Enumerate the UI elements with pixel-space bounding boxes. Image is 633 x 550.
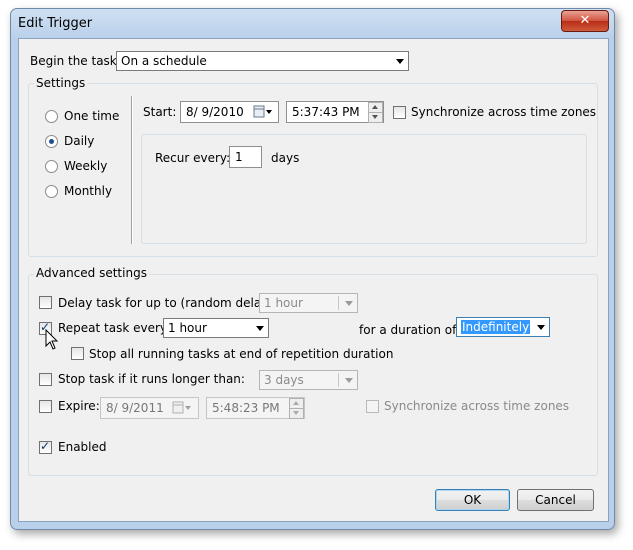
recur-input[interactable]: 1 (229, 146, 262, 168)
begin-task-select[interactable]: On a schedule (116, 51, 409, 71)
stop-running-label: Stop all running tasks at end of repetit… (89, 347, 394, 361)
chevron-down-icon (256, 326, 264, 331)
expire-sync-checkbox[interactable] (366, 400, 379, 413)
spin-down-icon[interactable] (289, 408, 304, 419)
calendar-dropdown-icon[interactable] (172, 401, 192, 415)
expire-date-value: 8/ 9/2011 (106, 401, 164, 415)
chevron-down-icon (345, 378, 353, 383)
expire-date-input[interactable]: 8/ 9/2011 (100, 397, 199, 419)
radio-monthly-label: Monthly (64, 184, 113, 198)
repeat-label: Repeat task every: (58, 321, 171, 335)
radio-weekly[interactable] (45, 160, 58, 173)
ok-button[interactable]: OK (435, 489, 510, 511)
stop-longer-select[interactable]: 3 days (259, 370, 358, 390)
duration-value: Indefinitely (461, 320, 531, 334)
chevron-down-icon (537, 325, 545, 330)
delay-select[interactable]: 1 hour (259, 293, 358, 313)
calendar-dropdown-icon[interactable] (253, 105, 273, 119)
spin-down-icon[interactable] (368, 112, 383, 123)
sync-label: Synchronize across time zones (411, 105, 597, 119)
radio-one-time-label: One time (64, 109, 120, 123)
radio-monthly[interactable] (45, 185, 58, 198)
recur-value: 1 (235, 150, 243, 164)
stop-longer-checkbox[interactable] (39, 373, 52, 386)
radio-one-time[interactable] (45, 110, 58, 123)
stop-longer-label: Stop task if it runs longer than: (58, 372, 245, 386)
delay-value: 1 hour (264, 296, 303, 310)
enabled-checkbox[interactable] (39, 439, 52, 454)
chevron-down-icon (345, 301, 353, 306)
mouse-cursor-icon (45, 329, 59, 350)
settings-title: Settings (34, 76, 88, 90)
dialog-title: Edit Trigger (18, 16, 93, 31)
radio-weekly-label: Weekly (64, 159, 108, 173)
expire-checkbox[interactable] (39, 400, 52, 413)
start-time-spinner[interactable] (368, 102, 383, 123)
begin-task-value: On a schedule (121, 54, 207, 68)
begin-task-label: Begin the task: (30, 54, 121, 68)
recur-label: Recur every: (155, 151, 231, 165)
recur-unit: days (271, 151, 300, 165)
close-icon: ✕ (579, 13, 591, 28)
stop-running-checkbox[interactable] (71, 347, 84, 360)
radio-daily-label: Daily (64, 134, 95, 148)
close-button[interactable]: ✕ (561, 10, 609, 32)
radio-daily[interactable] (45, 135, 58, 148)
cancel-button[interactable]: Cancel (517, 489, 594, 511)
expire-time-value: 5:48:23 PM (212, 401, 280, 415)
delay-label: Delay task for up to (random delay): (58, 296, 278, 310)
start-label: Start: (143, 105, 177, 119)
sync-checkbox[interactable] (393, 106, 406, 119)
duration-select[interactable]: Indefinitely (456, 317, 550, 337)
enabled-label: Enabled (58, 440, 107, 454)
start-date-value: 8/ 9/2010 (186, 105, 244, 119)
settings-divider (131, 96, 133, 244)
start-date-input[interactable]: 8/ 9/2010 (180, 101, 279, 123)
expire-sync-label: Synchronize across time zones (384, 399, 570, 413)
repeat-value: 1 hour (168, 321, 207, 335)
expire-time-spinner[interactable] (289, 398, 304, 419)
advanced-title: Advanced settings (34, 266, 149, 280)
duration-label: for a duration of: (359, 323, 460, 337)
repeat-select[interactable]: 1 hour (163, 318, 269, 338)
expire-label: Expire: (58, 399, 100, 413)
stop-longer-value: 3 days (264, 373, 304, 387)
start-time-value: 5:37:43 PM (292, 105, 360, 119)
delay-checkbox[interactable] (39, 296, 52, 309)
chevron-down-icon (396, 59, 404, 64)
